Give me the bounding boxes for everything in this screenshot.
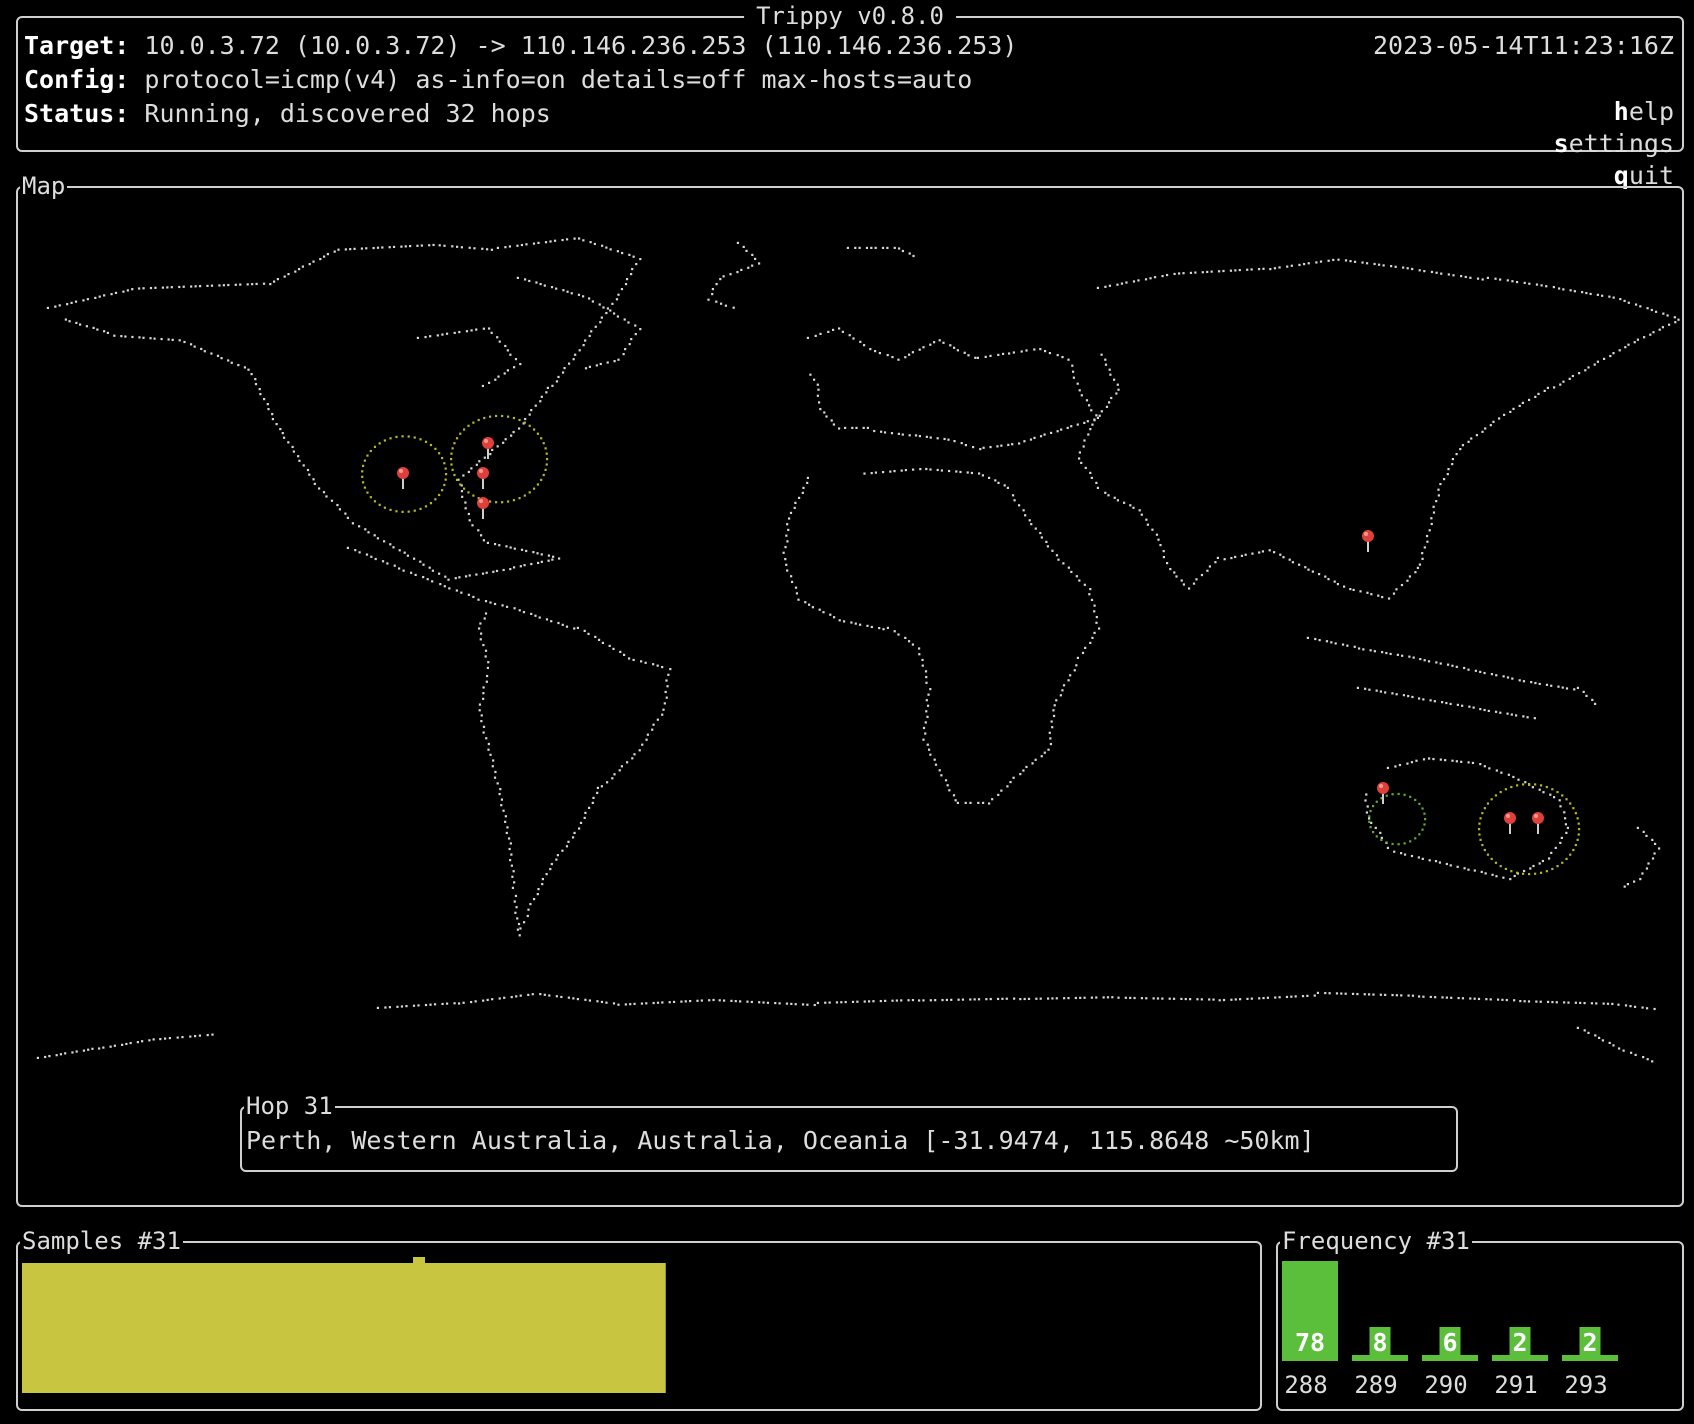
- frequency-value-label: 2: [1582, 1328, 1597, 1357]
- frequency-category-label: 288: [1284, 1371, 1327, 1399]
- status-label: Status:: [24, 99, 130, 128]
- frequency-category-label: 293: [1564, 1371, 1607, 1399]
- radius-ring-2: [450, 414, 549, 504]
- target-label: Target:: [24, 31, 130, 60]
- target-line: Target: 10.0.3.72 (10.0.3.72) -> 110.146…: [24, 30, 1017, 62]
- hop-detail-box: Hop 31 Perth, Western Australia, Austral…: [240, 1092, 1458, 1172]
- landmass-1: [516, 276, 642, 370]
- header-pane: Trippy v0.8.0 Target: 10.0.3.72 (10.0.3.…: [16, 2, 1684, 190]
- samples-chart: [22, 1257, 666, 1393]
- hop-pin-icon[interactable]: [477, 497, 489, 519]
- frequency-category-label: 289: [1354, 1371, 1397, 1399]
- landmass-2: [416, 327, 522, 388]
- menu-help-key: h: [1613, 97, 1629, 126]
- frequency-bar-group: 6 290: [1422, 1327, 1478, 1399]
- frequency-chart: 78 288 8 289 6 290 2 291 2 293: [1282, 1261, 1618, 1399]
- landmass-3: [346, 546, 672, 937]
- landmass-4: [707, 241, 761, 309]
- hop-pin-icon[interactable]: [1362, 530, 1374, 552]
- world-map: [36, 237, 1680, 1063]
- menu-settings-label: ettings: [1568, 129, 1674, 158]
- hop-location: Perth, Western Australia, Australia, Oce…: [246, 1126, 1315, 1155]
- frequency-bar-group: 2 293: [1562, 1327, 1618, 1399]
- radius-ring-4: [1478, 783, 1581, 876]
- landmass-9: [1306, 636, 1597, 705]
- frequency-value-label: 78: [1295, 1328, 1325, 1357]
- landmass-13: [376, 991, 1656, 1011]
- landmass-12: [1623, 826, 1661, 888]
- menu-settings-key: s: [1553, 129, 1569, 158]
- frequency-value-label: 6: [1442, 1328, 1457, 1357]
- config-line: Config: protocol=icmp(v4) as-info=on det…: [24, 64, 972, 96]
- frequency-bar-group: 8 289: [1352, 1327, 1408, 1399]
- config-label: Config:: [24, 65, 130, 94]
- frequency-value-label: 8: [1372, 1328, 1387, 1357]
- hop-pin-icon[interactable]: [397, 467, 409, 489]
- map-land-outline: [36, 237, 1680, 1063]
- status-line: Status: Running, discovered 32 hops: [24, 98, 551, 130]
- frequency-pane: Frequency #31 78 288 8 289 6 290 2 291 2 293: [1276, 1227, 1684, 1411]
- menu-help-label: elp: [1628, 97, 1674, 126]
- config-value: protocol=icmp(v4) as-info=on details=off…: [144, 65, 973, 94]
- radius-ring-3: [1368, 792, 1427, 846]
- map-pane: Map Hop 31 Perth, Western Australia, Aus…: [16, 172, 1684, 1207]
- hop-pin-icon[interactable]: [1504, 812, 1516, 834]
- frequency-category-label: 291: [1494, 1371, 1537, 1399]
- samples-peak-marker: [413, 1257, 425, 1263]
- timestamp: 2023-05-14T11:23:16Z: [1372, 31, 1674, 60]
- target-value: 10.0.3.72 (10.0.3.72) -> 110.146.236.253…: [144, 31, 1018, 60]
- landmass-5: [846, 246, 915, 258]
- status-value: Running, discovered 32 hops: [144, 99, 551, 128]
- menu-settings[interactable]: settings: [1554, 129, 1674, 158]
- frequency-value-label: 2: [1512, 1328, 1527, 1357]
- hop-pin-icon[interactable]: [1532, 812, 1544, 834]
- landmass-6: [806, 327, 1099, 451]
- hop-pin-icon[interactable]: [477, 467, 489, 489]
- landmass-7: [782, 467, 1101, 805]
- menu-help[interactable]: help: [1614, 97, 1674, 126]
- hop-title: Hop 31: [244, 1092, 335, 1120]
- hop-pin-icon[interactable]: [1377, 782, 1389, 804]
- samples-pane: Samples #31: [16, 1227, 1262, 1411]
- frequency-category-label: 290: [1424, 1371, 1467, 1399]
- landmass-8: [1078, 258, 1680, 600]
- landmass-0: [46, 237, 642, 581]
- landmass-14: [36, 1033, 214, 1059]
- landmass-10: [1356, 686, 1536, 720]
- hop-pin-icon[interactable]: [482, 437, 494, 459]
- frequency-bar-group: 78 288: [1282, 1261, 1338, 1399]
- landmass-15: [1576, 1026, 1654, 1063]
- frequency-bar-group: 2 291: [1492, 1327, 1548, 1399]
- samples-bar: [22, 1263, 666, 1393]
- app-title: Trippy v0.8.0: [744, 2, 956, 30]
